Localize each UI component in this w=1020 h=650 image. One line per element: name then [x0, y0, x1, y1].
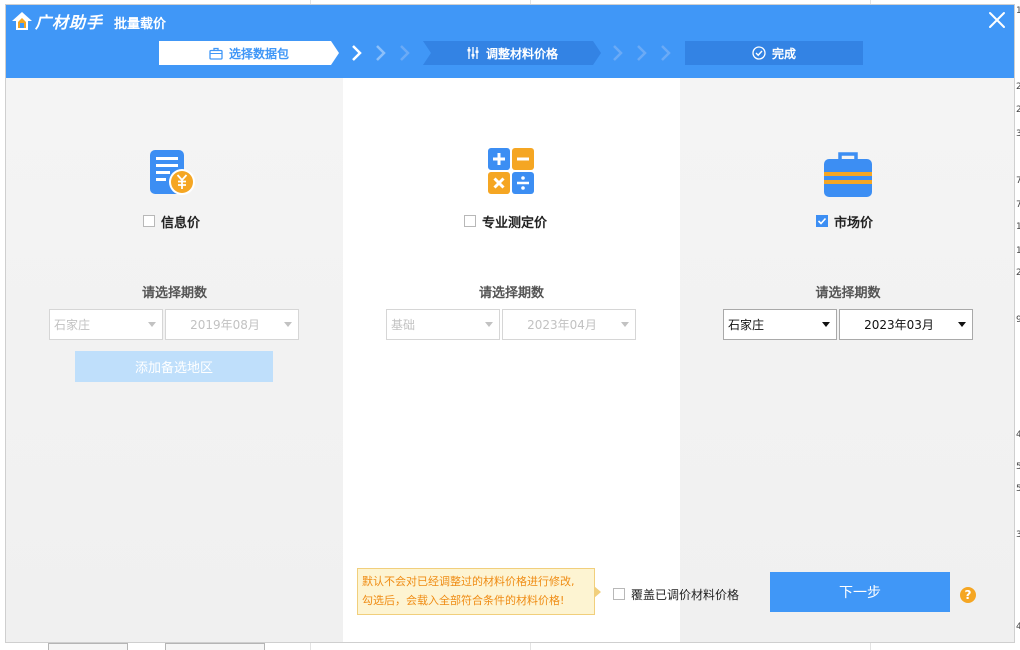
house-logo-icon: [11, 10, 33, 32]
professional-price-panel: 专业测定价 请选择期数 基础 2023年04月: [343, 78, 680, 642]
professional-price-base-select[interactable]: 基础: [386, 309, 500, 340]
sheet-cell: 5: [1016, 484, 1020, 494]
override-label: 覆盖已调价材料价格: [631, 587, 740, 602]
dialog-header: 广材助手 批量载价 选择数据包 调整材料价格 完成: [6, 5, 1014, 78]
sheet-cell: 1: [1016, 246, 1020, 256]
dialog-title: 批量载价: [114, 17, 167, 32]
sheet-cell: 2: [1016, 268, 1020, 278]
sheet-cell: 5: [1016, 462, 1020, 472]
market-briefcase-icon: [823, 150, 873, 200]
batch-load-price-dialog: 广材助手 批量载价 选择数据包 调整材料价格 完成 信息价 请选择期数 石家庄 …: [5, 4, 1015, 643]
override-adjusted-option[interactable]: 覆盖已调价材料价格: [613, 585, 739, 603]
sheet-cell: 2: [1016, 105, 1020, 115]
step-wizard: 选择数据包 调整材料价格 完成: [6, 41, 1014, 65]
market-price-checkbox[interactable]: [816, 215, 828, 227]
sheet-cell: 1: [1016, 6, 1020, 16]
step-finish: 完成: [685, 41, 863, 65]
market-price-label: 市场价: [834, 215, 874, 231]
app-logo: 广材助手: [11, 9, 103, 33]
sheet-right-column: 1 2 2 3 7 7 1 1 2 9 4 5 5 3 4: [1015, 0, 1020, 650]
next-step-button[interactable]: 下一步: [770, 572, 950, 612]
chevron-right-icon: [610, 44, 626, 62]
step-label: 调整材料价格: [485, 46, 558, 61]
step-label: 完成: [771, 46, 796, 61]
market-price-option[interactable]: 市场价: [816, 212, 874, 231]
checkmark-icon: [817, 217, 827, 225]
period-label: 请选择期数: [478, 286, 544, 301]
professional-price-period-select[interactable]: 2023年04月: [502, 309, 636, 340]
period-label: 请选择期数: [141, 286, 207, 301]
step-select-package: 选择数据包: [159, 41, 339, 65]
info-price-region-select[interactable]: 石家庄: [49, 309, 163, 340]
step-label: 选择数据包: [228, 46, 289, 61]
help-icon[interactable]: ?: [960, 587, 976, 603]
info-price-checkbox[interactable]: [143, 215, 155, 227]
tip-line: 默认不会对已经调整过的材料价格进行修改,: [362, 575, 575, 588]
sheet-cell: 9: [1016, 315, 1020, 325]
close-icon[interactable]: [986, 9, 1008, 31]
professional-price-option[interactable]: 专业测定价: [464, 212, 548, 231]
sheet-cell: 4: [1016, 430, 1020, 440]
info-price-option[interactable]: 信息价: [143, 212, 201, 231]
sheet-tab: [48, 643, 128, 650]
sliders-icon: [466, 46, 480, 60]
caret-down-icon: [822, 322, 830, 327]
professional-price-checkbox[interactable]: [464, 215, 476, 227]
chevron-right-icon: [373, 44, 389, 62]
professional-price-label: 专业测定价: [482, 215, 548, 231]
sheet-tab: [165, 643, 265, 650]
market-price-panel: 市场价 请选择期数 石家庄 2023年03月: [680, 78, 1014, 642]
market-price-period-select[interactable]: 2023年03月: [839, 309, 973, 340]
sheet-cell: 2: [1016, 82, 1020, 92]
select-value: 石家庄: [54, 318, 91, 332]
info-price-label: 信息价: [161, 215, 201, 231]
caret-down-icon: [148, 322, 156, 327]
select-value: 2023年03月: [864, 318, 934, 332]
calculator-icon: [486, 146, 536, 196]
sheet-cell: 3: [1016, 530, 1020, 540]
sheet-cell: 3: [1016, 129, 1020, 139]
info-price-panel: 信息价 请选择期数 石家庄 2019年08月 添加备选地区: [6, 78, 343, 642]
override-checkbox[interactable]: [613, 588, 625, 600]
select-value: 2019年08月: [190, 318, 260, 332]
sheet-cell: 1: [1016, 222, 1020, 232]
sheet-cell: 7: [1016, 200, 1020, 210]
check-circle-icon: [752, 46, 766, 60]
chevron-right-icon: [349, 44, 365, 62]
info-price-period-select[interactable]: 2019年08月: [165, 309, 299, 340]
caret-down-icon: [958, 322, 966, 327]
sheet-cell: 7: [1016, 176, 1020, 186]
caret-down-icon: [284, 322, 292, 327]
select-value: 石家庄: [728, 318, 765, 332]
caret-down-icon: [485, 322, 493, 327]
chevron-right-icon: [658, 44, 674, 62]
chevron-right-icon: [634, 44, 650, 62]
select-value: 2023年04月: [527, 318, 597, 332]
period-label: 请选择期数: [815, 286, 881, 301]
sheet-cell: 4: [1016, 622, 1020, 632]
select-value: 基础: [391, 318, 416, 332]
override-tip-tooltip: 默认不会对已经调整过的材料价格进行修改, 勾选后，会载入全部符合条件的材料价格!: [357, 568, 601, 615]
logo-text: 广材助手: [35, 13, 104, 32]
chevron-right-icon: [397, 44, 413, 62]
info-price-icon: [149, 148, 199, 198]
briefcase-icon: [209, 47, 223, 60]
step-adjust-prices: 调整材料价格: [423, 41, 601, 65]
tip-line: 勾选后，会载入全部符合条件的材料价格!: [362, 594, 565, 607]
caret-down-icon: [621, 322, 629, 327]
add-region-button[interactable]: 添加备选地区: [75, 351, 273, 382]
market-price-region-select[interactable]: 石家庄: [723, 309, 837, 340]
